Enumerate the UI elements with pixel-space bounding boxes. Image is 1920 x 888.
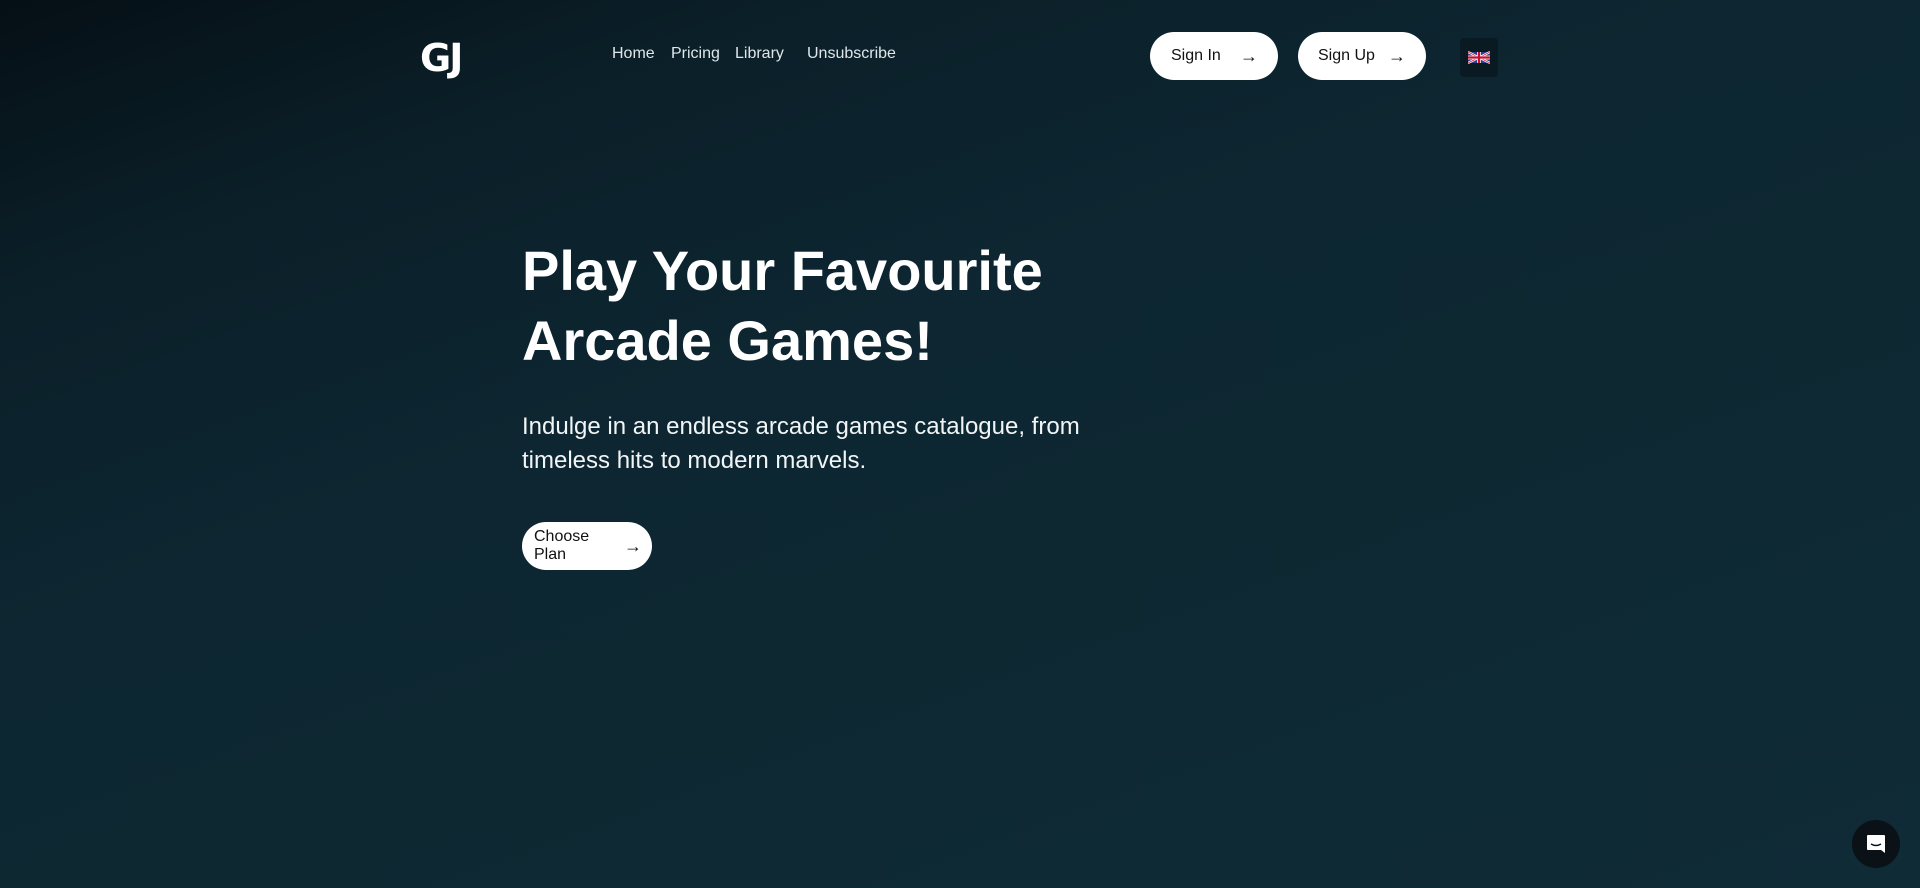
nav-library[interactable]: Library [735, 45, 784, 63]
nav-unsubscribe[interactable]: Unsubscribe [807, 45, 896, 63]
hero-title: Play Your Favourite Arcade Games! [522, 239, 1043, 372]
hero-subtitle: Indulge in an endless arcade games catal… [522, 413, 1080, 474]
language-selector[interactable] [1460, 38, 1498, 77]
chat-button[interactable] [1852, 820, 1900, 868]
sign-up-label: Sign Up [1318, 47, 1375, 64]
uk-flag-icon [1468, 51, 1490, 64]
arrow-right-icon: → [1388, 45, 1406, 66]
sign-up-button[interactable]: Sign Up → [1298, 32, 1426, 80]
logo[interactable]: GJ [420, 36, 463, 80]
sign-in-button[interactable]: Sign In → [1150, 32, 1278, 80]
arrow-right-icon: → [1240, 45, 1258, 66]
sign-in-label: Sign In [1171, 47, 1221, 64]
nav-pricing[interactable]: Pricing [671, 45, 720, 63]
nav-home[interactable]: Home [612, 45, 655, 63]
arrow-right-icon: → [624, 535, 642, 556]
choose-plan-button[interactable]: Choose Plan → [522, 522, 652, 570]
chat-icon [1867, 835, 1885, 853]
choose-plan-label: Choose Plan [534, 528, 590, 563]
